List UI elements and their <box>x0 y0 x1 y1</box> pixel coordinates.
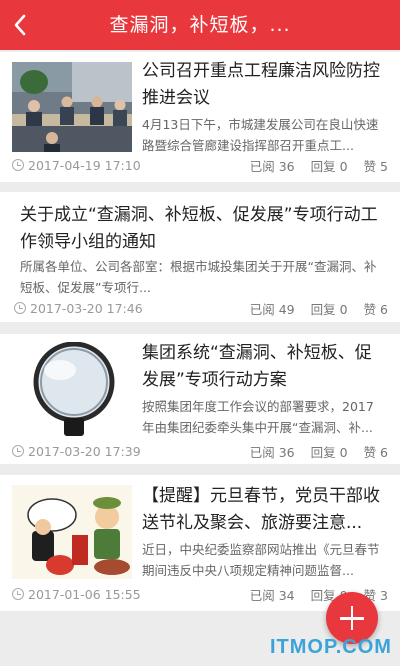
article-meta: 2017-03-20 17:39 已阅 36 回复 0 赞 6 <box>12 442 388 460</box>
article-thumbnail-meeting <box>12 62 132 152</box>
article-meta: 2017-04-19 17:10 已阅 36 回复 0 赞 5 <box>12 156 388 174</box>
article-title[interactable]: 公司召开重点工程廉洁风险防控推进会议 <box>142 58 382 112</box>
clock-icon <box>12 159 24 171</box>
article-card[interactable]: 集团系统“查漏洞、补短板、促发展”专项行动方案 按照集团年度工作会议的部署要求，… <box>0 334 400 464</box>
like-count: 赞 6 <box>363 444 388 460</box>
article-date: 2017-01-06 15:55 <box>28 586 141 602</box>
like-count: 赞 5 <box>363 158 388 174</box>
read-count: 已阅 49 <box>249 301 295 317</box>
read-count: 已阅 36 <box>249 444 295 460</box>
clock-icon <box>12 445 24 457</box>
article-title[interactable]: 关于成立“查漏洞、补短板、促发展”专项行动工作领导小组的通知 <box>20 202 390 256</box>
article-thumbnail-cartoon <box>12 485 132 579</box>
article-thumbnail-magnifier <box>12 342 132 438</box>
article-meta: 2017-03-20 17:46 已阅 49 回复 0 赞 6 <box>14 299 388 317</box>
article-title[interactable]: 【提醒】元旦春节，党员干部收送节礼及聚会、旅游要注意... <box>142 483 384 537</box>
article-summary: 按照集团年度工作会议的部署要求，2017年由集团纪委牵头集中开展“查漏洞、补..… <box>142 399 374 435</box>
reply-count: 回复 0 <box>310 301 348 317</box>
clock-icon <box>12 588 24 600</box>
read-count: 已阅 36 <box>249 158 295 174</box>
article-date: 2017-03-20 17:46 <box>30 300 143 316</box>
article-summary: 4月13日下午，市城建发展公司在良山快速路暨综合管廊建设指挥部召开重点工... <box>142 117 379 153</box>
article-title[interactable]: 集团系统“查漏洞、补短板、促发展”专项行动方案 <box>142 340 386 394</box>
like-count: 赞 6 <box>363 301 388 317</box>
article-card[interactable]: 【提醒】元旦春节，党员干部收送节礼及聚会、旅游要注意... 近日，中央纪委监察部… <box>0 475 400 611</box>
chevron-left-icon <box>14 14 26 36</box>
article-card[interactable]: 关于成立“查漏洞、补短板、促发展”专项行动工作领导小组的通知 所属各单位、公司各… <box>0 192 400 322</box>
reply-count: 回复 0 <box>310 158 348 174</box>
reply-count: 回复 0 <box>310 444 348 460</box>
watermark: ITMOP.COM <box>270 636 392 658</box>
article-card[interactable]: 公司召开重点工程廉洁风险防控推进会议 4月13日下午，市城建发展公司在良山快速路… <box>0 52 400 182</box>
article-date: 2017-03-20 17:39 <box>28 443 141 459</box>
top-bar: 查漏洞，补短板，... <box>0 0 400 50</box>
back-button[interactable] <box>0 0 40 50</box>
page-title: 查漏洞，补短板，... <box>109 14 291 36</box>
article-summary: 近日，中央纪委监察部网站推出《元旦春节期间违反中央八项规定精神问题监督... <box>142 542 380 578</box>
read-count: 已阅 34 <box>249 587 295 603</box>
clock-icon <box>14 302 26 314</box>
article-summary: 所属各单位、公司各部室：根据市城投集团关于开展“查漏洞、补短板、促发展”专项行.… <box>20 259 377 295</box>
article-date: 2017-04-19 17:10 <box>28 157 141 173</box>
